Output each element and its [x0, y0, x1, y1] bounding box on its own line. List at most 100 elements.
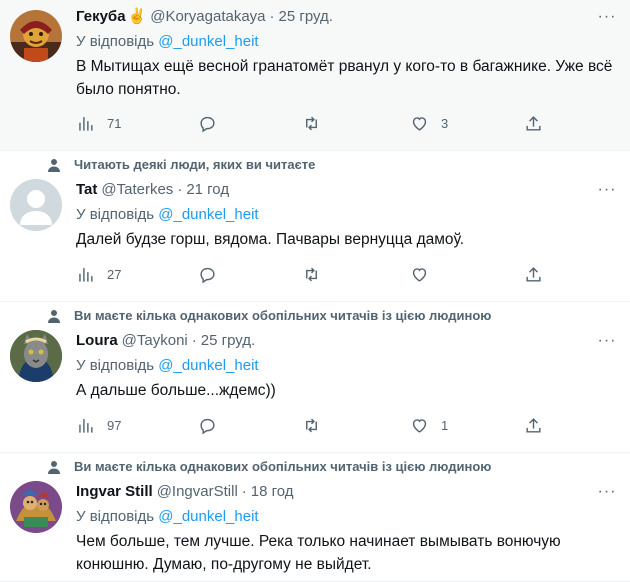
author-handle[interactable]: @Taykoni — [122, 330, 188, 352]
reply-prefix: У відповідь — [76, 508, 155, 525]
victory-hand-icon: ✌️ — [127, 8, 147, 25]
separator-dot: · — [177, 181, 183, 198]
person-icon — [48, 460, 60, 474]
share-button[interactable] — [524, 114, 543, 133]
heart-icon — [412, 268, 427, 282]
tweet-timestamp[interactable]: 18 год — [251, 481, 294, 503]
reply-mention-link[interactable]: @_dunkel_heit — [158, 357, 258, 374]
person-icon — [48, 158, 60, 172]
retweet-button[interactable] — [302, 265, 333, 284]
avatar-image — [10, 10, 62, 62]
heart-icon — [412, 419, 427, 433]
tweet-header: Ingvar Still @IngvarStill · 18 год — [76, 481, 618, 503]
tweet[interactable]: Ви маєте кілька однакових обопільних чит… — [0, 453, 630, 582]
author-name[interactable]: Гекуба — [76, 6, 126, 28]
speech-bubble-icon — [200, 418, 215, 435]
share-upload-icon — [526, 116, 541, 131]
avatar[interactable] — [10, 179, 62, 231]
reply-prefix: У відповідь — [76, 206, 155, 223]
reply-context: У відповідь @_dunkel_heit — [76, 506, 618, 528]
tweet-content: Loura @Taykoni · 25 груд. ··· У відповід… — [76, 330, 618, 402]
views-button[interactable]: 71 — [76, 114, 121, 133]
retweet-icon — [306, 267, 317, 282]
separator-dot: · — [241, 483, 247, 500]
tweet-actions: 71 3 — [76, 114, 618, 134]
default-avatar-image — [10, 179, 62, 231]
ellipsis-icon: ··· — [597, 332, 617, 349]
views-count: 71 — [107, 116, 122, 131]
heart-icon — [412, 117, 427, 131]
like-button[interactable]: 1 — [410, 416, 448, 435]
like-button[interactable]: 3 — [410, 114, 448, 133]
more-options-button[interactable]: ··· — [596, 179, 618, 201]
social-context: Ви маєте кілька однакових обопільних чит… — [48, 308, 491, 323]
ellipsis-icon: ··· — [597, 181, 617, 198]
more-options-button[interactable]: ··· — [596, 481, 618, 503]
speech-bubble-icon — [200, 116, 215, 133]
tweet-actions: 97 1 — [76, 416, 618, 436]
person-icon — [48, 309, 60, 323]
tweet-text: В Мытищах ещё весной гранатомёт рванул у… — [76, 58, 613, 98]
tweet-text: Далей будзе горш, вядома. Пачвары вернуц… — [76, 231, 465, 248]
retweet-icon — [306, 116, 317, 131]
tweet[interactable]: Гекуба ✌️ @Koryagatakaya · 25 груд. ··· … — [0, 0, 630, 151]
reply-feed: Гекуба ✌️ @Koryagatakaya · 25 груд. ··· … — [0, 0, 630, 582]
tweet-header: Loura @Taykoni · 25 груд. — [76, 330, 618, 352]
speech-bubble-icon — [200, 267, 215, 284]
reply-button[interactable] — [198, 114, 229, 133]
avatar[interactable] — [10, 330, 62, 382]
author-handle[interactable]: @Taterkes — [101, 179, 173, 201]
reply-button[interactable] — [198, 416, 229, 435]
reply-prefix: У відповідь — [76, 357, 155, 374]
more-options-button[interactable]: ··· — [596, 6, 618, 28]
reply-context: У відповідь @_dunkel_heit — [76, 204, 618, 226]
reply-context: У відповідь @_dunkel_heit — [76, 355, 618, 377]
ellipsis-icon: ··· — [597, 483, 617, 500]
author-name[interactable]: Tat — [76, 179, 97, 201]
reply-mention-link[interactable]: @_dunkel_heit — [158, 508, 258, 525]
avatar[interactable] — [10, 481, 62, 533]
likes-count: 1 — [441, 418, 449, 433]
reply-prefix: У відповідь — [76, 33, 155, 50]
author-handle[interactable]: @Koryagatakaya — [150, 6, 265, 28]
reply-mention-link[interactable]: @_dunkel_heit — [158, 206, 258, 223]
author-name[interactable]: Loura — [76, 330, 118, 352]
author-name[interactable]: Ingvar Still — [76, 481, 153, 503]
avatar[interactable] — [10, 10, 62, 62]
share-button[interactable] — [524, 265, 543, 284]
reply-mention-link[interactable]: @_dunkel_heit — [158, 33, 258, 50]
views-count: 97 — [107, 418, 122, 433]
share-upload-icon — [526, 267, 541, 282]
views-count: 27 — [107, 267, 122, 282]
share-button[interactable] — [524, 416, 543, 435]
tweet-header: Tat @Taterkes · 21 год — [76, 179, 618, 201]
share-upload-icon — [526, 418, 541, 433]
tweet-content: Гекуба ✌️ @Koryagatakaya · 25 груд. ··· … — [76, 6, 618, 133]
tweet[interactable]: Ви маєте кілька однакових обопільних чит… — [0, 302, 630, 453]
tweet-timestamp[interactable]: 21 год — [186, 179, 229, 201]
social-context: Читають деякі люди, яких ви читаєте — [48, 157, 315, 172]
bar-chart-icon — [79, 419, 93, 433]
retweet-button[interactable] — [302, 416, 333, 435]
reply-button[interactable] — [198, 265, 229, 284]
avatar-image — [10, 481, 62, 533]
views-button[interactable]: 27 — [76, 265, 121, 284]
views-button[interactable]: 97 — [76, 416, 121, 435]
social-context-text: Ви маєте кілька однакових обопільних чит… — [74, 308, 492, 323]
more-options-button[interactable]: ··· — [596, 330, 618, 352]
author-handle[interactable]: @IngvarStill — [157, 481, 238, 503]
likes-count: 3 — [441, 116, 449, 131]
separator-dot: · — [191, 332, 197, 349]
tweet[interactable]: Читають деякі люди, яких ви читаєте Tat … — [0, 151, 630, 302]
tweet-header: Гекуба ✌️ @Koryagatakaya · 25 груд. — [76, 6, 618, 28]
reply-context: У відповідь @_dunkel_heit — [76, 31, 618, 53]
tweet-timestamp[interactable]: 25 груд. — [279, 6, 333, 28]
social-context: Ви маєте кілька однакових обопільних чит… — [48, 459, 491, 474]
tweet-text: А дальше больше...ждемс)) — [76, 382, 276, 399]
retweet-button[interactable] — [302, 114, 333, 133]
tweet-timestamp[interactable]: 25 груд. — [201, 330, 255, 352]
like-button[interactable] — [410, 265, 441, 284]
tweet-text: Чем больше, тем лучше. Река только начин… — [76, 533, 561, 573]
separator-dot: · — [269, 8, 275, 25]
tweet-actions: 27 — [76, 265, 618, 285]
